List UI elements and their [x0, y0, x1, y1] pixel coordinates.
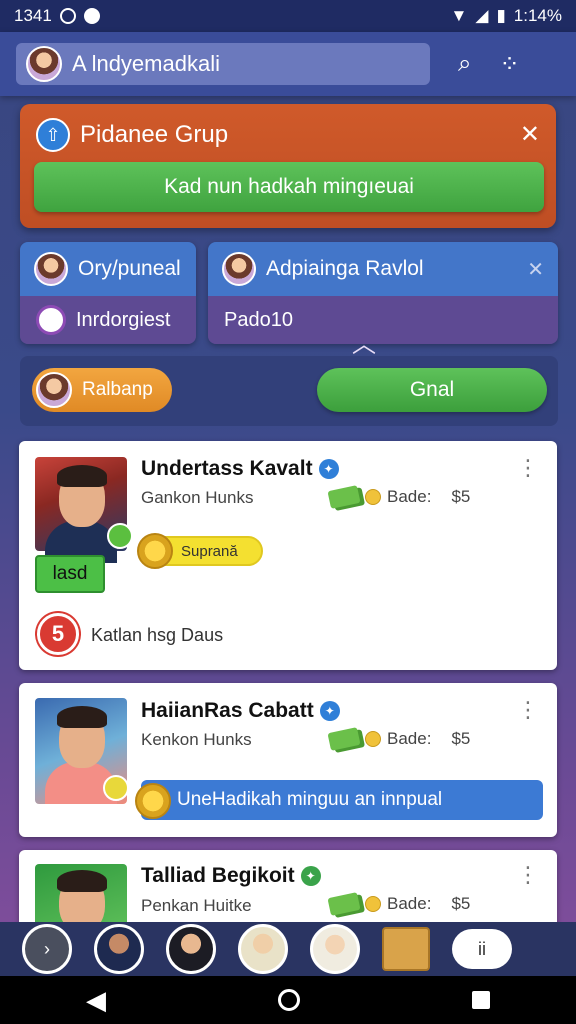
battery-icon: ▮ [496, 6, 506, 25]
person-name: Ory/puneal [78, 257, 181, 280]
dock-avatar[interactable] [238, 924, 288, 974]
person-name: Adpiainga Ravlol [266, 257, 424, 280]
group-action-button[interactable]: Kad nun hadkah mingıeuai [34, 162, 544, 212]
more-vert-icon[interactable]: ⋮ [517, 864, 539, 886]
orange-button-label: Ralbanp [82, 379, 153, 400]
chevron-up-icon[interactable]: ︿ [352, 324, 376, 359]
badge-value: $5 [451, 894, 471, 913]
orange-action-button[interactable]: Ralbanp [32, 368, 172, 412]
avatar [36, 372, 72, 408]
feed-name: HaiianRas Cabatt [141, 699, 314, 722]
back-icon[interactable]: ◀ [86, 985, 106, 1016]
verified-icon: ✦ [300, 866, 321, 886]
feed-card[interactable]: HaiianRas Cabatt ✦ ⋮ Kenkon Hunks Bade: … [19, 683, 557, 837]
feed-footer: Katlan hsg Daus [91, 625, 224, 645]
green-action-button[interactable]: Gnal [317, 368, 547, 412]
badge-value: $5 [451, 729, 471, 748]
coin-icon [365, 731, 381, 747]
sticker-icon [103, 775, 129, 801]
person-card-left[interactable]: Ory/puneal Inrdorgiest [20, 242, 196, 344]
wifi-icon: ▼ [450, 6, 468, 25]
badge-icon [36, 305, 66, 335]
coins-icon [135, 783, 171, 819]
play-icon[interactable]: › [22, 924, 72, 974]
feed-name-row: Undertass Kavalt ✦ [141, 457, 339, 481]
notification-icon [83, 8, 100, 24]
battery-level: 1:14% [513, 6, 562, 25]
person-sub: Inrdorgiest [76, 308, 171, 331]
feed-card[interactable]: Talliad Begikoit ✦ ⋮ Penkan Huitke Bade:… [19, 850, 557, 930]
home-icon[interactable] [278, 989, 300, 1011]
cash-icon [327, 892, 361, 916]
dock-avatar[interactable] [310, 924, 360, 974]
more-dots-icon[interactable]: ⁘ [499, 50, 519, 79]
system-nav-bar: ◀ [0, 976, 576, 1024]
verified-icon: ✦ [319, 701, 340, 721]
treasure-chest-icon[interactable] [382, 927, 430, 971]
coin-icon [365, 489, 381, 505]
feed-sub: Kenkon Hunks [141, 730, 252, 749]
app-bar: A lndyemadkali ⌕ ⁘ [0, 32, 576, 96]
feed-name: Undertass Kavalt [141, 457, 313, 480]
feed-name-row: HaiianRas Cabatt ✦ [141, 699, 340, 723]
bottom-dock: › ii [0, 922, 576, 976]
pause-button[interactable]: ii [452, 929, 512, 969]
cash-icon [327, 727, 361, 751]
profile-photo[interactable] [35, 864, 127, 930]
search-icon[interactable]: ⌕ [458, 50, 471, 78]
close-icon[interactable]: ✕ [527, 257, 544, 282]
badge-label: Bade: [387, 729, 432, 748]
badge-info: Bade: $5 [327, 485, 471, 509]
profile-title-box[interactable]: A lndyemadkali [16, 43, 430, 85]
badge-value: $5 [451, 487, 471, 506]
more-vert-icon[interactable]: ⋮ [517, 699, 539, 721]
group-icon: ⇧ [36, 118, 70, 152]
more-vert-icon[interactable]: ⋮ [517, 457, 539, 479]
badge-label: Bade: [387, 894, 432, 913]
feed-sub: Gankon Hunks [141, 488, 254, 507]
tag-button[interactable]: lasd [35, 555, 105, 593]
verified-icon: ✦ [318, 459, 339, 479]
at-icon [59, 8, 76, 24]
notification-badge: 5 [37, 613, 79, 655]
coins-icon [137, 533, 173, 569]
group-card: ⇧ Pidanee Grup ✕ Kad nun hadkah mingıeua… [20, 104, 556, 228]
signal-icon: ◢ [475, 6, 489, 25]
status-time: 1341 [14, 6, 52, 25]
cash-icon [327, 485, 361, 509]
status-bar: 1341 ▼ ◢ ▮ 1:14% [0, 0, 576, 32]
badge-info: Bade: $5 [327, 727, 471, 751]
action-pill[interactable]: UneHadikah minguu an innpual [141, 780, 543, 820]
feed-sub: Penkan Huitke [141, 896, 252, 915]
person-sub: Pado10 [224, 308, 293, 331]
action-row: Ralbanp Gnal [20, 356, 558, 426]
avatar [222, 252, 256, 286]
verified-sticker-icon [107, 523, 133, 549]
page-title: A lndyemadkali [72, 51, 220, 76]
badge-label: Bade: [387, 487, 432, 506]
dock-avatar[interactable] [166, 924, 216, 974]
close-icon[interactable]: ✕ [520, 120, 540, 149]
coin-icon [365, 896, 381, 912]
recents-icon[interactable] [472, 991, 490, 1009]
feed-card[interactable]: Undertass Kavalt ✦ ⋮ Gankon Hunks Bade: … [19, 441, 557, 670]
badge-info: Bade: $5 [327, 892, 471, 916]
group-title: Pidanee Grup [80, 121, 229, 148]
avatar [34, 252, 68, 286]
avatar[interactable] [26, 46, 62, 82]
person-card-right[interactable]: Adpiainga Ravlol ✕ Pado10 [208, 242, 558, 344]
dock-avatar[interactable] [94, 924, 144, 974]
feed-name-row: Talliad Begikoit ✦ [141, 864, 321, 888]
feed-name: Talliad Begikoit [141, 864, 295, 887]
